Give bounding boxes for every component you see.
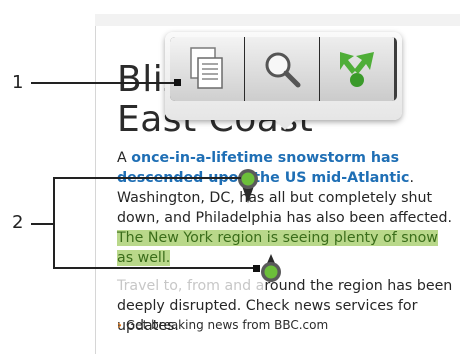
text-selection-popup — [165, 32, 402, 130]
callout-bracket-bottom — [53, 267, 257, 269]
faded-text: Travel to, from and a — [117, 278, 265, 294]
callout-bracket-vertical — [53, 177, 55, 269]
article-link[interactable]: once-in-a-lifetime snowstorm has descend… — [117, 150, 409, 186]
callout-line-2-stub — [31, 223, 53, 225]
popup-pointer — [273, 118, 297, 130]
popup-toolbar — [170, 37, 397, 101]
callout-line-1 — [31, 82, 178, 84]
bbc-link[interactable]: › Get breaking news from BBC.com — [117, 318, 328, 332]
copy-icon — [190, 47, 223, 89]
callout-dot-1 — [174, 79, 181, 86]
selection-end-handle[interactable] — [260, 254, 282, 284]
callout-dot-2 — [253, 265, 260, 272]
callout-bracket-top — [53, 177, 241, 179]
article-paragraph-1: A once-in-a-lifetime snowstorm has desce… — [117, 148, 457, 268]
bullet-arrow-icon: › — [117, 318, 122, 332]
bbc-link-label: Get breaking news from BBC.com — [125, 318, 329, 332]
callout-number-2: 2 — [12, 212, 24, 233]
page-left-edge — [95, 14, 96, 354]
share-button[interactable] — [320, 37, 394, 101]
search-button[interactable] — [245, 37, 320, 101]
callout-number-1: 1 — [12, 72, 24, 93]
lead-prefix: A — [117, 150, 132, 166]
selection-start-handle[interactable] — [237, 167, 259, 203]
copy-button[interactable] — [170, 37, 245, 101]
share-icon — [340, 52, 374, 87]
browser-top-band — [95, 14, 460, 26]
search-icon — [265, 52, 301, 88]
